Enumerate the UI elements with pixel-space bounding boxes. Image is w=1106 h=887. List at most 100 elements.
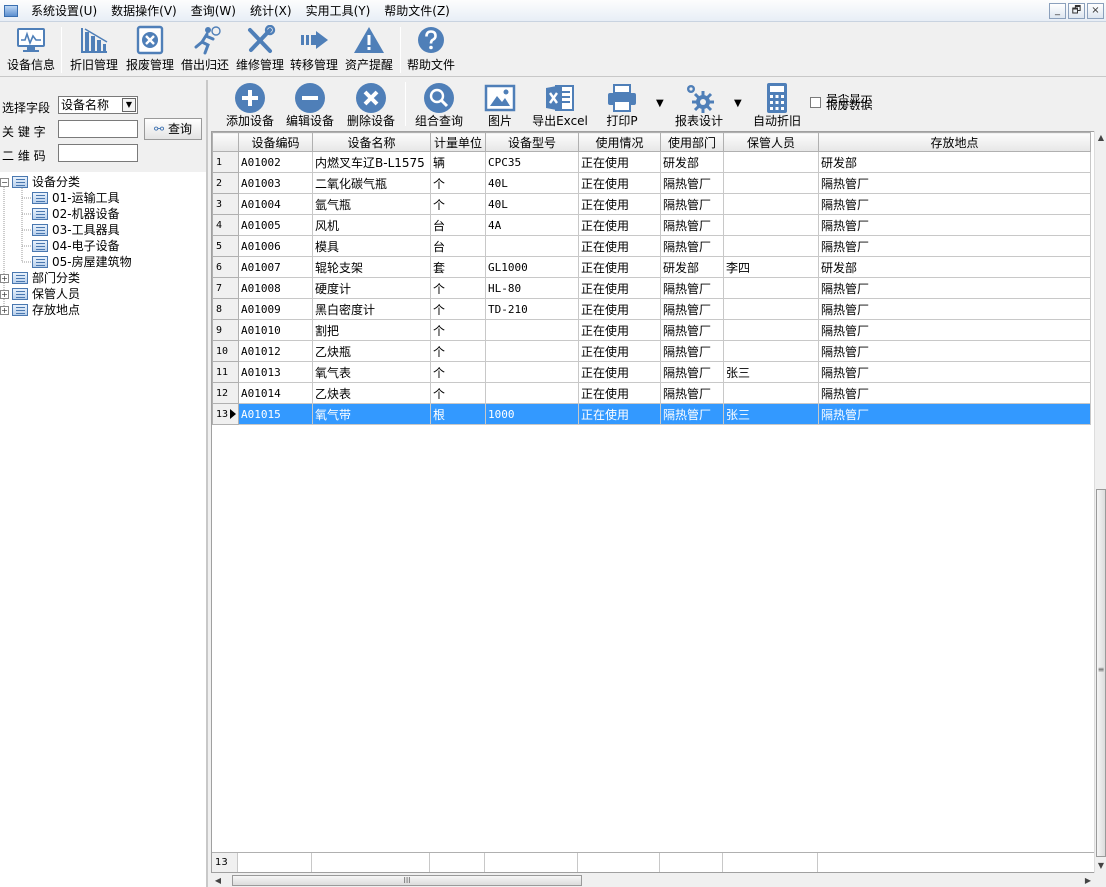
export-excel-button[interactable]: 导出Excel — [530, 82, 590, 128]
cell-model[interactable] — [485, 235, 579, 257]
cell-status[interactable]: 正在使用 — [578, 340, 661, 362]
tree-node-buildings[interactable]: 05-房屋建筑物 — [32, 254, 132, 270]
expand-icon[interactable]: + — [0, 305, 9, 315]
tree-node-tools[interactable]: 03-工具器具 — [32, 222, 120, 238]
horizontal-scroll-thumb[interactable]: III — [232, 875, 582, 886]
cell-status[interactable]: 正在使用 — [578, 403, 661, 425]
cell-dept[interactable]: 隔热管厂 — [660, 403, 724, 425]
table-row[interactable]: 10 A01012 乙炔瓶个正在使用 隔热管厂 隔热管厂 — [212, 340, 1091, 362]
cell-code[interactable]: A01012 — [238, 340, 313, 362]
cell-model[interactable]: TD-210 — [485, 298, 579, 320]
cell-keeper[interactable] — [723, 172, 819, 194]
cell-location[interactable]: 隔热管厂 — [818, 340, 1091, 362]
row-number[interactable]: 5 — [212, 235, 239, 257]
row-number[interactable]: 10 — [212, 340, 239, 362]
cell-model[interactable] — [485, 340, 579, 362]
lend-return-button[interactable]: 借出归还 — [178, 25, 232, 75]
column-header-department[interactable]: 使用部门 — [660, 132, 724, 152]
cell-keeper[interactable] — [723, 382, 819, 404]
cell-dept[interactable]: 隔热管厂 — [660, 361, 724, 383]
cell-location[interactable]: 隔热管厂 — [818, 235, 1091, 257]
cell-location[interactable]: 隔热管厂 — [818, 403, 1091, 425]
row-number[interactable]: 13 — [212, 403, 239, 425]
cell-code[interactable]: A01015 — [238, 403, 313, 425]
query-button[interactable]: ⚯ 查询 — [144, 118, 202, 140]
cell-status[interactable]: 正在使用 — [578, 172, 661, 194]
tree-node-electronics[interactable]: 04-电子设备 — [32, 238, 120, 254]
row-number[interactable]: 2 — [212, 172, 239, 194]
add-equipment-button[interactable]: 添加设备 — [224, 82, 276, 128]
cell-unit[interactable]: 辆 — [430, 151, 486, 173]
asset-reminder-button[interactable]: 资产提醒 — [342, 25, 396, 75]
cell-dept[interactable]: 隔热管厂 — [660, 277, 724, 299]
cell-dept[interactable]: 研发部 — [660, 151, 724, 173]
cell-keeper[interactable]: 张三 — [723, 403, 819, 425]
cell-status[interactable]: 正在使用 — [578, 256, 661, 278]
cell-location[interactable]: 隔热管厂 — [818, 214, 1091, 236]
column-header-status[interactable]: 使用情况 — [578, 132, 661, 152]
cell-name[interactable]: 乙炔表 — [312, 382, 431, 404]
cell-model[interactable]: CPC35 — [485, 151, 579, 173]
table-row[interactable]: 11 A01013 氧气表个正在使用 隔热管厂 张三 隔热管厂 — [212, 361, 1091, 383]
close-button[interactable]: × — [1087, 3, 1104, 19]
cell-model[interactable]: 40L — [485, 172, 579, 194]
table-row[interactable]: 2 A01003 二氧化碳气瓶个 40L 正在使用 隔热管厂 隔热管厂 — [212, 172, 1091, 194]
cell-status[interactable]: 正在使用 — [578, 235, 661, 257]
cell-code[interactable]: A01005 — [238, 214, 313, 236]
cell-location[interactable]: 隔热管厂 — [818, 193, 1091, 215]
cell-dept[interactable]: 隔热管厂 — [660, 172, 724, 194]
row-number[interactable]: 8 — [212, 298, 239, 320]
help-file-button[interactable]: 帮助文件 — [404, 25, 458, 75]
tree-node-location[interactable]: + 存放地点 — [0, 302, 80, 318]
cell-location[interactable]: 隔热管厂 — [818, 319, 1091, 341]
cell-code[interactable]: A01010 — [238, 319, 313, 341]
cell-keeper[interactable] — [723, 151, 819, 173]
cell-code[interactable]: A01003 — [238, 172, 313, 194]
scroll-left-arrow-icon[interactable]: ◀ — [212, 874, 224, 887]
row-number[interactable]: 6 — [212, 256, 239, 278]
column-header-location[interactable]: 存放地点 — [818, 132, 1091, 152]
cell-name[interactable]: 氧气带 — [312, 403, 431, 425]
table-row[interactable]: 3 A01004 氩气瓶个 40L 正在使用 隔热管厂 隔热管厂 — [212, 193, 1091, 215]
cell-unit[interactable]: 个 — [430, 277, 486, 299]
menu-query[interactable]: 查询(W) — [184, 1, 243, 21]
cell-status[interactable]: 正在使用 — [578, 361, 661, 383]
cell-model[interactable]: 4A — [485, 214, 579, 236]
expand-icon[interactable]: + — [0, 289, 9, 299]
cell-dept[interactable]: 隔热管厂 — [660, 340, 724, 362]
horizontal-scrollbar[interactable]: ◀ III ▶ — [212, 874, 1094, 887]
cell-code[interactable]: A01002 — [238, 151, 313, 173]
table-row[interactable]: 8 A01009 黑白密度计个 TD-210 正在使用 隔热管厂 隔热管厂 — [212, 298, 1091, 320]
cell-dept[interactable]: 隔热管厂 — [660, 193, 724, 215]
cell-unit[interactable]: 个 — [430, 340, 486, 362]
table-row[interactable]: 4 A01005 风机台 4A 正在使用 隔热管厂 隔热管厂 — [212, 214, 1091, 236]
menu-system-settings[interactable]: 系统设置(U) — [24, 1, 104, 21]
cell-unit[interactable]: 台 — [430, 235, 486, 257]
cell-name[interactable]: 模具 — [312, 235, 431, 257]
table-row[interactable]: 5 A01006 模具台正在使用 隔热管厂 隔热管厂 — [212, 235, 1091, 257]
tree-node-equipment-category[interactable]: − 设备分类 — [0, 174, 80, 190]
cell-name[interactable]: 黑白密度计 — [312, 298, 431, 320]
cell-keeper[interactable]: 张三 — [723, 361, 819, 383]
vertical-scroll-thumb[interactable]: ≡ — [1096, 489, 1106, 857]
cell-unit[interactable]: 个 — [430, 382, 486, 404]
cell-model[interactable] — [485, 361, 579, 383]
cell-dept[interactable]: 研发部 — [660, 256, 724, 278]
cell-name[interactable]: 风机 — [312, 214, 431, 236]
menu-statistics[interactable]: 统计(X) — [243, 1, 299, 21]
cell-name[interactable]: 乙炔瓶 — [312, 340, 431, 362]
cell-unit[interactable]: 个 — [430, 298, 486, 320]
cell-code[interactable]: A01013 — [238, 361, 313, 383]
cell-keeper[interactable] — [723, 319, 819, 341]
table-row[interactable]: 7 A01008 硬度计个 HL-80 正在使用 隔热管厂 隔热管厂 — [212, 277, 1091, 299]
cell-name[interactable]: 硬度计 — [312, 277, 431, 299]
cell-unit[interactable]: 个 — [430, 172, 486, 194]
cell-code[interactable]: A01009 — [238, 298, 313, 320]
expand-icon[interactable]: + — [0, 273, 9, 283]
report-design-button[interactable]: 报表设计 — [672, 82, 726, 128]
column-header-name[interactable]: 设备名称 — [312, 132, 431, 152]
menu-data-operation[interactable]: 数据操作(V) — [104, 1, 184, 21]
column-header-keeper[interactable]: 保管人员 — [723, 132, 819, 152]
row-number[interactable]: 4 — [212, 214, 239, 236]
menu-help[interactable]: 帮助文件(Z) — [377, 1, 457, 21]
